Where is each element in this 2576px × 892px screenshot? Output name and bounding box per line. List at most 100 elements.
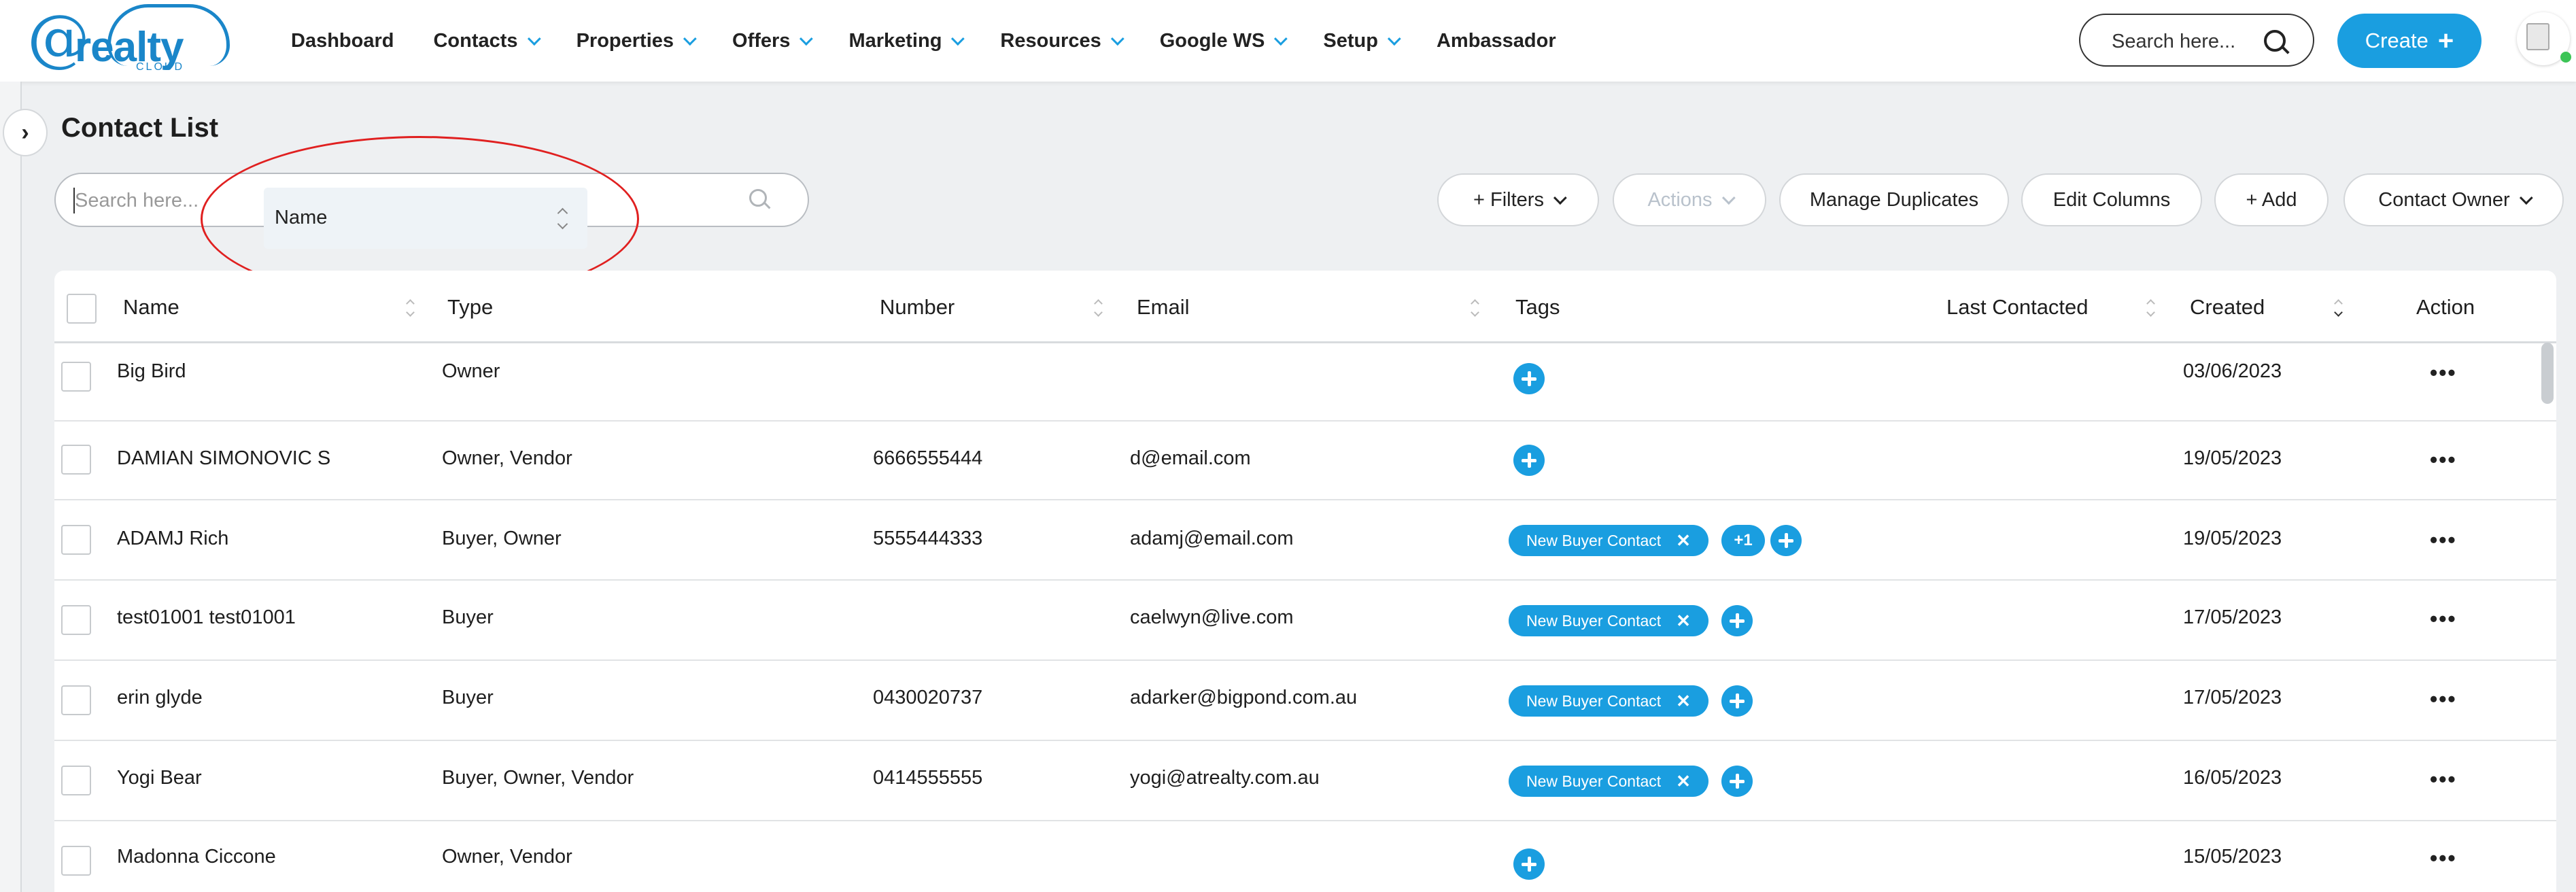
more-icon[interactable]: ••• [2430,768,2457,790]
manage-duplicates-button[interactable]: Manage Duplicates [1779,173,2009,226]
table-scrollbar[interactable] [2541,343,2554,404]
cell-number: 0414555555 [873,767,983,789]
search-icon[interactable] [2264,30,2286,52]
cell-name[interactable]: DAMIAN SIMONOVIC S [117,447,330,470]
tag-label: New Buyer Contact [1526,691,1662,710]
row-checkbox[interactable] [61,685,91,715]
close-icon[interactable]: ✕ [1676,530,1691,551]
more-icon[interactable]: ••• [2430,529,2457,551]
sidebar-toggle-button[interactable]: › [3,109,48,156]
nav-google-ws[interactable]: Google WS [1160,30,1288,52]
nav-contacts[interactable]: Contacts [433,30,541,52]
cell-created: 17/05/2023 [2183,687,2282,708]
nav-marketing[interactable]: Marketing [848,29,965,52]
more-icon[interactable]: ••• [2430,362,2457,383]
add-tag-icon[interactable] [1513,363,1545,394]
nav-label: Marketing [848,29,942,52]
nav-label: Resources [1000,29,1101,52]
add-tag-icon[interactable] [1513,848,1545,880]
sort-icon[interactable] [2147,298,2154,318]
more-icon[interactable]: ••• [2430,688,2457,710]
add-tag-icon[interactable] [1721,605,1753,636]
tag-chip[interactable]: New Buyer Contact ✕ [1509,766,1708,797]
more-icon[interactable]: ••• [2430,608,2457,630]
cell-email: yogi@atrealty.com.au [1130,767,1320,789]
actions-button[interactable]: Actions [1613,173,1766,226]
edit-columns-label: Edit Columns [2053,188,2171,211]
column-header-email[interactable]: Email [1137,295,1190,320]
contact-owner-label: Contact Owner [2378,188,2510,211]
edit-columns-button[interactable]: Edit Columns [2021,173,2202,226]
plus-icon: + [2437,26,2454,56]
column-header-name[interactable]: Name [123,295,179,320]
row-checkbox[interactable] [61,525,91,555]
cell-name[interactable]: Madonna Ciccone [117,846,276,868]
column-header-type[interactable]: Type [447,295,493,320]
add-tag-icon[interactable] [1770,525,1802,556]
add-tag-icon[interactable] [1513,445,1545,476]
cell-name[interactable]: Big Bird [117,360,186,383]
close-icon[interactable]: ✕ [1676,691,1691,712]
sort-icon[interactable] [1471,298,1478,318]
sort-icon[interactable] [1095,298,1101,318]
nav-resources[interactable]: Resources [1000,29,1124,52]
nav-offers[interactable]: Offers [732,30,814,52]
header-search-input[interactable] [2110,27,2263,56]
chevron-down-icon [683,32,697,46]
create-button[interactable]: Create + [2337,14,2481,68]
cell-name[interactable]: test01001 test01001 [117,606,296,629]
tag-chip[interactable]: New Buyer Contact ✕ [1509,525,1708,556]
add-contact-button[interactable]: + Add [2214,173,2329,226]
chevron-down-icon [2519,191,2533,205]
more-icon[interactable]: ••• [2430,847,2457,869]
close-icon[interactable]: ✕ [1676,771,1691,792]
close-icon[interactable]: ✕ [1676,611,1691,632]
add-tag-icon[interactable] [1721,766,1753,797]
column-header-created[interactable]: Created [2190,295,2265,320]
nav-dashboard[interactable]: Dashboard [291,30,394,52]
row-checkbox[interactable] [61,766,91,795]
main-nav: Dashboard Contacts Properties Offers Mar… [291,0,1596,82]
contact-owner-button[interactable]: Contact Owner [2343,173,2564,226]
table-row[interactable]: Big Bird Owner 03/06/2023 ••• [54,341,2556,422]
nav-properties[interactable]: Properties [577,30,697,52]
sort-icon[interactable] [407,298,413,318]
table-row[interactable]: erin glyde Buyer 0430020737 adarker@bigp… [54,659,2556,741]
chevron-down-icon [800,32,814,46]
nav-setup[interactable]: Setup [1323,30,1401,52]
cell-name[interactable]: Yogi Bear [117,767,202,789]
user-avatar[interactable] [2517,12,2571,65]
tag-label: New Buyer Contact [1526,531,1662,549]
cell-email: d@email.com [1130,447,1251,469]
cell-type: Buyer [442,606,494,628]
column-header-last-contacted[interactable]: Last Contacted [1946,295,2089,320]
table-row[interactable]: Madonna Ciccone Owner, Vendor 15/05/2023… [54,820,2556,892]
table-row[interactable]: DAMIAN SIMONOVIC S Owner, Vendor 6666555… [54,420,2556,500]
add-tag-icon[interactable] [1721,685,1753,717]
manage-duplicates-label: Manage Duplicates [1809,188,1979,211]
sort-icon[interactable] [2335,298,2341,318]
tag-chip[interactable]: New Buyer Contact ✕ [1509,685,1708,717]
row-checkbox[interactable] [61,362,91,392]
more-icon[interactable]: ••• [2430,449,2457,470]
select-all-checkbox[interactable] [67,294,97,324]
filters-button[interactable]: + Filters [1437,173,1599,226]
search-field-select[interactable]: Name [264,188,587,249]
row-checkbox[interactable] [61,445,91,475]
nav-ambassador[interactable]: Ambassador [1437,30,1556,52]
row-checkbox[interactable] [61,605,91,635]
cell-type: Owner, Vendor [442,447,572,469]
more-tags-badge[interactable]: +1 [1721,525,1765,556]
tag-chip[interactable]: New Buyer Contact ✕ [1509,605,1708,636]
brand-logo[interactable]: @ realty CLOUD [27,4,230,75]
nav-label: Ambassador [1436,29,1556,52]
row-checkbox[interactable] [61,846,91,876]
column-header-number[interactable]: Number [880,295,955,320]
search-icon[interactable] [749,189,767,207]
cell-name[interactable]: erin glyde [117,687,203,709]
actions-label: Actions [1647,188,1713,211]
table-row[interactable]: test01001 test01001 Buyer caelwyn@live.c… [54,579,2556,661]
table-row[interactable]: Yogi Bear Buyer, Owner, Vendor 041455555… [54,740,2556,821]
cell-name[interactable]: ADAMJ Rich [117,528,228,550]
table-row[interactable]: ADAMJ Rich Buyer, Owner 5555444333 adamj… [54,499,2556,581]
